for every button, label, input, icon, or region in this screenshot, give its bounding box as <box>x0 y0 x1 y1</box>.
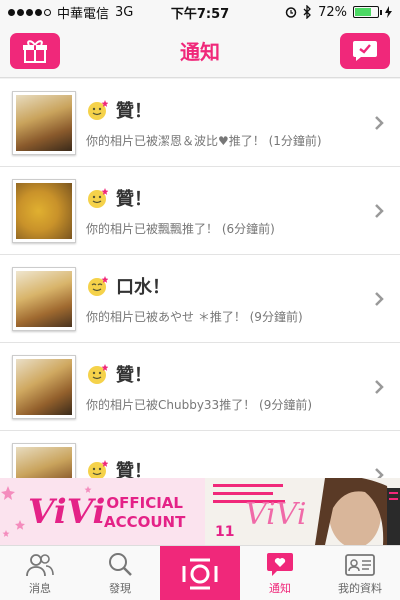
magazine-cover-image: ViVi 11 <box>205 478 400 545</box>
signal-strength-icon <box>8 8 51 16</box>
network-label: 3G <box>115 4 134 20</box>
header: 通知 <box>0 24 400 78</box>
page-title: 通知 <box>180 40 220 64</box>
photo-thumbnail[interactable] <box>12 354 76 419</box>
status-bar: 中華電信 3G 下午7:57 72% <box>0 0 400 24</box>
clock: 下午7:57 <box>170 6 230 22</box>
chevron-right-icon <box>375 116 384 130</box>
smiley-face-icon <box>88 99 108 120</box>
gift-icon <box>23 40 47 63</box>
notification-title: 口水！ <box>116 276 170 298</box>
gift-button[interactable] <box>10 33 60 69</box>
chevron-right-icon <box>375 380 384 394</box>
camera-icon <box>182 557 218 590</box>
carrier-label: 中華電信 <box>57 6 110 22</box>
notification-row[interactable]: 贊！ 你的相片已被潔恩＆波比♥推了！ (1分鐘前) <box>0 79 400 167</box>
drooling-face-icon <box>88 275 108 296</box>
tab-messages[interactable]: 消息 <box>0 546 80 600</box>
photo-thumbnail[interactable] <box>12 266 76 331</box>
tab-notifications[interactable]: 通知 <box>240 546 320 600</box>
notification-message: 你的相片已被あやせ ＊推了！ (9分鐘前) <box>86 309 303 324</box>
tab-messages-label: 消息 <box>29 582 51 595</box>
notification-row[interactable]: 贊！ 你的相片已被Chubby33推了！ (9分鐘前) <box>0 343 400 431</box>
notification-row[interactable]: 贊！ 你的相片已被飄飄推了！ (6分鐘前) <box>0 167 400 255</box>
smiley-face-icon <box>88 187 108 208</box>
bluetooth-icon <box>303 5 312 19</box>
notification-title: 贊！ <box>116 188 152 210</box>
search-icon <box>109 553 132 576</box>
notification-row[interactable]: 口水！ 你的相片已被あやせ ＊推了！ (9分鐘前) <box>0 255 400 343</box>
battery-percent: 72% <box>318 4 347 20</box>
tab-discover-label: 發現 <box>109 582 131 595</box>
smiley-face-icon <box>88 363 108 384</box>
charging-icon <box>385 6 392 18</box>
ad-banner[interactable]: ViVi OFFICIAL ACCOUNT ViVi 11 <box>0 478 400 545</box>
ad-caption: OFFICIAL ACCOUNT <box>104 494 185 532</box>
tab-notifications-label: 通知 <box>269 582 291 595</box>
battery-icon <box>353 6 382 18</box>
notification-message: 你的相片已被飄飄推了！ (6分鐘前) <box>86 221 275 236</box>
notification-list: 贊！ 你的相片已被潔恩＆波比♥推了！ (1分鐘前) 贊！ 你的相片已被飄飄推了！… <box>0 79 400 545</box>
chevron-right-icon <box>375 292 384 306</box>
chat-check-button[interactable] <box>340 33 390 69</box>
heart-bubble-icon <box>267 553 293 576</box>
notification-title: 贊！ <box>116 100 152 122</box>
profile-card-icon <box>345 554 375 576</box>
photo-thumbnail[interactable] <box>12 90 76 155</box>
ad-logo: ViVi <box>28 492 106 532</box>
notification-message: 你的相片已被潔恩＆波比♥推了！ (1分鐘前) <box>86 133 322 148</box>
photo-thumbnail[interactable] <box>12 178 76 243</box>
notification-message: 你的相片已被Chubby33推了！ (9分鐘前) <box>86 397 313 412</box>
tab-discover[interactable]: 發現 <box>80 546 160 600</box>
alarm-icon <box>285 7 297 18</box>
notification-title: 贊！ <box>116 364 152 386</box>
tab-camera[interactable] <box>160 546 240 600</box>
chat-check-icon <box>353 41 377 61</box>
svg-text:ViVi: ViVi <box>245 497 306 532</box>
tab-profile-label: 我的資料 <box>338 582 382 595</box>
ad-caption-line2: ACCOUNT <box>104 513 186 531</box>
people-icon <box>26 554 54 577</box>
tab-bar: 消息 發現 通知 我的資料 <box>0 545 400 600</box>
svg-text:11: 11 <box>215 524 234 540</box>
tab-profile[interactable]: 我的資料 <box>320 546 400 600</box>
chevron-right-icon <box>375 204 384 218</box>
ad-caption-line1: OFFICIAL <box>106 494 183 512</box>
